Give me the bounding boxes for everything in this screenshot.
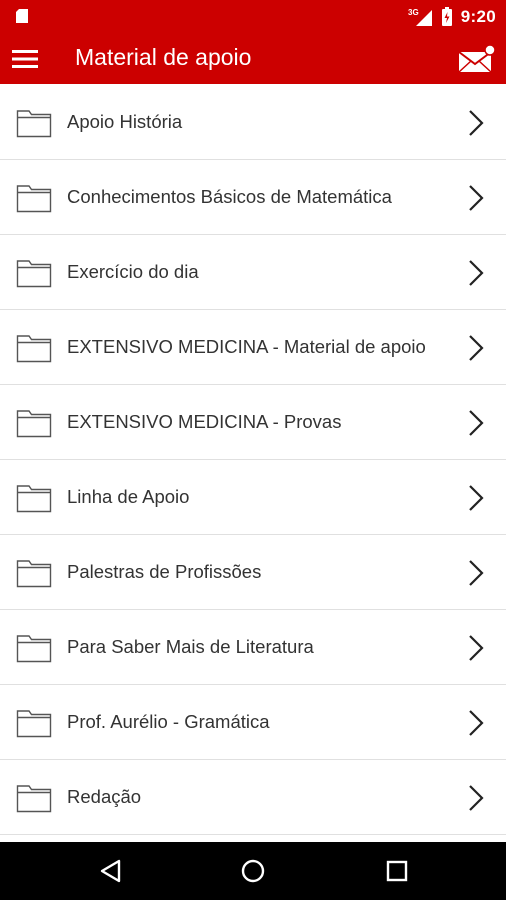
list-item-gramatica[interactable]: Prof. Aurélio - Gramática bbox=[0, 685, 506, 760]
list-item-conhecimentos-basicos[interactable]: Conhecimentos Básicos de Matemática bbox=[0, 160, 506, 235]
network-type-label: 3G bbox=[408, 8, 419, 17]
list-item-palestras[interactable]: Palestras de Profissões bbox=[0, 535, 506, 610]
chevron-right-icon bbox=[469, 260, 484, 286]
folder-icon bbox=[16, 710, 52, 738]
folder-list: Apoio História Conhecimentos Básicos de … bbox=[0, 85, 506, 835]
home-circle-icon[interactable] bbox=[238, 856, 268, 886]
recents-square-icon[interactable] bbox=[382, 856, 412, 886]
list-item-linha-de-apoio[interactable]: Linha de Apoio bbox=[0, 460, 506, 535]
chevron-right-icon bbox=[469, 785, 484, 811]
folder-icon bbox=[16, 260, 52, 288]
chevron-right-icon bbox=[469, 335, 484, 361]
list-item-extensivo-provas[interactable]: EXTENSIVO MEDICINA - Provas bbox=[0, 385, 506, 460]
folder-icon bbox=[16, 560, 52, 588]
battery-icon bbox=[441, 7, 452, 26]
list-item-label: Linha de Apoio bbox=[67, 486, 190, 507]
page-title: Material de apoio bbox=[75, 44, 252, 70]
hamburger-menu-icon[interactable] bbox=[10, 44, 40, 74]
list-item-extensivo-material[interactable]: EXTENSIVO MEDICINA - Material de apoio bbox=[0, 310, 506, 385]
list-item-redacao[interactable]: Redação bbox=[0, 760, 506, 835]
list-item-label: Para Saber Mais de Literatura bbox=[67, 636, 314, 657]
folder-icon bbox=[16, 410, 52, 438]
chevron-right-icon bbox=[469, 560, 484, 586]
folder-icon bbox=[16, 635, 52, 663]
list-item-label: Apoio História bbox=[67, 111, 183, 132]
chevron-right-icon bbox=[469, 710, 484, 736]
mail-notification-icon[interactable] bbox=[456, 44, 496, 74]
status-icons: 3G 9:20 bbox=[407, 0, 496, 34]
chevron-right-icon bbox=[469, 485, 484, 511]
status-time: 9:20 bbox=[460, 7, 496, 26]
folder-icon bbox=[16, 485, 52, 513]
navigation-bar bbox=[0, 842, 506, 900]
list-item-label: EXTENSIVO MEDICINA - Material de apoio bbox=[67, 336, 426, 357]
app-bar: Material de apoio bbox=[0, 34, 506, 84]
sd-card-icon bbox=[16, 9, 28, 23]
status-bar: 3G 9:20 bbox=[0, 0, 506, 34]
folder-icon bbox=[16, 110, 52, 138]
chevron-right-icon bbox=[469, 635, 484, 661]
list-item-label: Conhecimentos Básicos de Matemática bbox=[67, 186, 392, 207]
list-item-label: EXTENSIVO MEDICINA - Provas bbox=[67, 411, 342, 432]
back-triangle-icon[interactable] bbox=[97, 856, 127, 886]
folder-icon bbox=[16, 185, 52, 213]
signal-icon: 3G bbox=[408, 8, 432, 26]
list-item-label: Palestras de Profissões bbox=[67, 561, 262, 582]
folder-icon bbox=[16, 785, 52, 813]
chevron-right-icon bbox=[469, 185, 484, 211]
folder-icon bbox=[16, 335, 52, 363]
chevron-right-icon bbox=[469, 410, 484, 436]
list-item-label: Exercício do dia bbox=[67, 261, 199, 282]
chevron-right-icon bbox=[469, 110, 484, 136]
list-item-label: Prof. Aurélio - Gramática bbox=[67, 711, 270, 732]
list-item-exercicio-do-dia[interactable]: Exercício do dia bbox=[0, 235, 506, 310]
list-item-label: Redação bbox=[67, 786, 142, 807]
list-item-literatura[interactable]: Para Saber Mais de Literatura bbox=[0, 610, 506, 685]
list-item-apoio-historia[interactable]: Apoio História bbox=[0, 85, 506, 160]
